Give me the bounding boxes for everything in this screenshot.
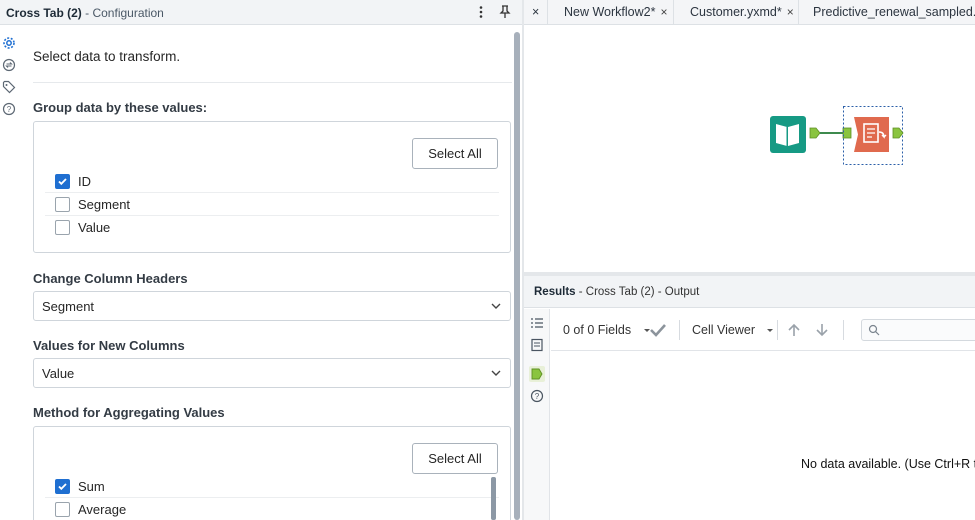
toolbar-divider xyxy=(679,320,680,340)
configuration-scrollbar[interactable] xyxy=(514,32,520,520)
close-panel-icon[interactable]: × xyxy=(524,0,548,25)
output-anchor-icon[interactable] xyxy=(892,127,904,139)
configuration-subtitle: - Configuration xyxy=(85,6,164,20)
input-anchor-icon[interactable] xyxy=(842,127,852,139)
tag-icon[interactable] xyxy=(2,80,16,94)
checkbox-sum[interactable] xyxy=(55,479,70,494)
checkbox-segment[interactable] xyxy=(55,197,70,212)
field-label-id: ID xyxy=(78,174,91,189)
results-title: Results - Cross Tab (2) - Output xyxy=(534,286,699,298)
tool-name: Cross Tab (2) xyxy=(6,6,82,20)
search-icon xyxy=(868,324,880,336)
tab-label: New Workflow2* xyxy=(564,5,656,19)
workflow-canvas[interactable] xyxy=(524,26,975,272)
results-title-rest: - Cross Tab (2) - Output xyxy=(578,286,700,298)
method-select-all-button[interactable]: Select All xyxy=(412,443,498,474)
configuration-body: Select data to transform. Group data by … xyxy=(22,30,514,520)
chevron-down-icon xyxy=(490,367,502,382)
field-row-value[interactable]: Value xyxy=(45,216,499,239)
list-view-icon[interactable] xyxy=(530,317,544,332)
group-by-label: Group data by these values: xyxy=(33,100,208,115)
arrow-up-icon[interactable] xyxy=(786,322,802,341)
aggregation-method-list: Select All Sum Average xyxy=(33,426,511,520)
aggregation-method-label: Method for Aggregating Values xyxy=(33,405,225,420)
toolbar-divider xyxy=(843,320,844,340)
message-icon[interactable] xyxy=(530,338,544,355)
configuration-side-rail: ? xyxy=(0,30,18,520)
column-headers-label: Change Column Headers xyxy=(33,271,188,286)
more-options-icon[interactable] xyxy=(473,4,489,20)
tab-new-workflow2[interactable]: New Workflow2* × xyxy=(548,0,674,25)
checkbox-id[interactable] xyxy=(55,174,70,189)
method-label-average: Average xyxy=(78,502,127,517)
new-columns-values-dropdown[interactable]: Value xyxy=(33,358,511,388)
divider xyxy=(33,82,512,83)
tab-label: Customer.yxmd* xyxy=(690,5,782,19)
method-label-sum: Sum xyxy=(78,479,105,494)
field-row-segment[interactable]: Segment xyxy=(45,193,499,216)
svg-text:?: ? xyxy=(535,392,540,401)
help-question-icon[interactable]: ? xyxy=(530,389,544,406)
method-row-sum[interactable]: Sum xyxy=(45,475,499,498)
toolbar-divider xyxy=(777,320,778,340)
lead-instruction: Select data to transform. xyxy=(33,49,181,64)
results-search-input[interactable] xyxy=(861,319,975,341)
workflow-tab-bar: × New Workflow2* × Customer.yxmd* × Predic… xyxy=(524,0,975,25)
group-by-field-list: Select All ID Segment Value xyxy=(33,121,511,253)
cell-viewer-label: Cell Viewer xyxy=(692,323,755,337)
fields-selector[interactable]: 0 of 0 Fields xyxy=(563,323,651,337)
input-data-tool[interactable] xyxy=(770,116,806,153)
results-side-rail: ? xyxy=(524,309,550,520)
output-anchor-tab-icon[interactable] xyxy=(529,366,545,382)
column-headers-dropdown[interactable]: Segment xyxy=(33,291,511,321)
tab-predictive-renewal[interactable]: Predictive_renewal_sampled.yxm xyxy=(799,0,975,25)
chevron-down-icon xyxy=(490,300,502,315)
configuration-header: Cross Tab (2) - Configuration xyxy=(0,0,522,25)
fields-count-label: 0 of 0 Fields xyxy=(563,323,632,337)
checkbox-average[interactable] xyxy=(55,502,70,517)
check-mark-icon[interactable] xyxy=(649,322,667,341)
pin-icon[interactable] xyxy=(497,4,513,20)
results-title-bold: Results xyxy=(534,286,576,298)
svg-text:?: ? xyxy=(7,105,12,114)
tab-label: Predictive_renewal_sampled.yxm xyxy=(813,5,975,19)
connection-arrows-icon[interactable] xyxy=(2,58,16,72)
tab-customer[interactable]: Customer.yxmd* × xyxy=(674,0,799,25)
new-columns-values-value: Value xyxy=(42,366,75,381)
method-row-average[interactable]: Average xyxy=(45,498,499,520)
field-label-value: Value xyxy=(78,220,111,235)
checkbox-value[interactable] xyxy=(55,220,70,235)
close-icon[interactable]: × xyxy=(532,5,539,19)
cross-tab-tool[interactable] xyxy=(854,117,889,152)
tab-close-icon[interactable]: × xyxy=(787,5,794,19)
help-question-icon[interactable]: ? xyxy=(2,102,16,116)
column-headers-value: Segment xyxy=(42,299,95,314)
new-columns-values-label: Values for New Columns xyxy=(33,338,185,353)
results-toolbar: 0 of 0 Fields Cell Viewer xyxy=(551,309,975,351)
group-select-all-button[interactable]: Select All xyxy=(412,138,498,169)
configuration-title: Cross Tab (2) - Configuration xyxy=(6,6,164,20)
settings-gear-icon[interactable] xyxy=(2,36,16,50)
arrow-down-icon[interactable] xyxy=(814,322,830,341)
field-label-segment: Segment xyxy=(78,197,131,212)
tab-close-icon[interactable]: × xyxy=(660,5,667,19)
results-header: Results - Cross Tab (2) - Output xyxy=(524,276,975,308)
method-list-scrollbar[interactable] xyxy=(491,477,496,520)
cell-viewer-dropdown[interactable]: Cell Viewer xyxy=(692,323,774,337)
field-row-id[interactable]: ID xyxy=(45,170,499,193)
workflow-diagram xyxy=(770,106,904,165)
caret-down-icon xyxy=(767,329,774,332)
output-anchor-icon[interactable] xyxy=(809,127,821,139)
no-data-message: No data available. (Use Ctrl+R to xyxy=(801,457,975,471)
